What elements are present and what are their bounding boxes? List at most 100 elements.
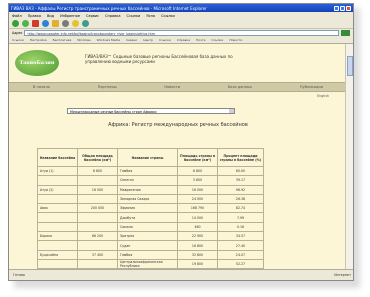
menu-item-tools[interactable]: Сервис: [86, 14, 99, 18]
cell-country-area: 16 000: [177, 184, 218, 195]
nav-item-home[interactable]: В начало: [33, 85, 50, 89]
page-title: Африка: Регистр международных речных бас…: [108, 122, 248, 128]
address-label: Адрес: [12, 31, 23, 35]
table-row: Джибути 14 000 7.99: [37, 212, 264, 223]
cell-basin: [37, 193, 78, 205]
cell-country: Эритрея: [117, 231, 178, 242]
minimize-icon[interactable]: [334, 5, 339, 11]
menu-item-extra[interactable]: Ясно: [146, 14, 155, 18]
cell-percent: 0.16: [217, 221, 264, 233]
cell-country-area: 24 000: [177, 193, 218, 205]
cell-country: Мавритания: [117, 184, 178, 195]
address-bar: Адрес http://www.cawater-info.net/bd/bas…: [9, 29, 353, 37]
table-row: Судан 16 800 27.40: [37, 240, 264, 251]
cell-basin: Буцисойна: [37, 249, 78, 260]
link-item[interactable]: Справка: [177, 38, 190, 42]
close-icon[interactable]: [346, 5, 351, 11]
link-item[interactable]: Windows Media: [97, 38, 120, 42]
table-row: Сенегал 3 800 39.17: [37, 175, 264, 186]
menu-item-view[interactable]: Вид: [47, 14, 54, 18]
table-row: Буцисойна 37 400 Гамбия 32 800 24.07: [37, 249, 264, 260]
site-nav: В начало Партнеры Новости База данных Пу…: [9, 82, 347, 92]
table-header-row: Название бассейна Общая площадь бассейна…: [37, 148, 264, 167]
cell-basin: Авак: [37, 203, 78, 214]
table-row: Атуи (1) 6 800 Гамбия 6 800 60.00: [37, 165, 264, 177]
back-icon[interactable]: [12, 20, 19, 27]
col-header-country-area: Площадь страны в бассейне (км²): [177, 148, 218, 167]
table-row: Барака 66 200 Эритрея 22 900 34.57: [37, 231, 264, 242]
browser-window: ГИВАЗ ВАЗ - Аффалы Регистр трансграничны…: [8, 3, 354, 281]
cell-country-area: 32 800: [177, 249, 218, 260]
site-header: ТахиоБазин ГИВАЗ/ВАЗ™ Седьмые базовые ре…: [9, 44, 347, 82]
table-row: Сомали 460 0.16: [37, 221, 264, 233]
menu-item-edit[interactable]: Правка: [28, 14, 41, 18]
cell-total-area: [77, 212, 118, 223]
nav-item-news[interactable]: Новости: [164, 85, 180, 89]
cell-country: Западная Сахара: [117, 193, 178, 205]
link-item[interactable]: Сервис: [126, 38, 137, 42]
link-item[interactable]: Почта: [196, 38, 205, 42]
link-item[interactable]: Ссылки: [159, 38, 171, 42]
link-item[interactable]: Ссылки: [212, 38, 224, 42]
cell-country: Сомали: [117, 221, 178, 233]
cell-percent: 7.99: [217, 212, 264, 223]
menu-item-links[interactable]: Ссылки: [127, 14, 141, 18]
language-link[interactable]: English: [317, 94, 329, 98]
link-item[interactable]: Настройка: [30, 38, 47, 42]
link-item[interactable]: Бесплатная: [53, 38, 72, 42]
cell-country-area: 6 800: [177, 165, 218, 177]
link-item[interactable]: Ссылки: [12, 38, 24, 42]
basins-table: Название бассейна Общая площадь бассейна…: [37, 148, 264, 270]
nav-item-database[interactable]: База данных: [228, 85, 252, 89]
table-row: Атуи (2) 16 500 Мавритания 16 000 96.92: [37, 184, 264, 195]
menu-item-file[interactable]: Файл: [12, 14, 22, 18]
status-text: Готово: [13, 273, 25, 277]
nav-item-publications[interactable]: Публикации: [300, 85, 323, 89]
menu-item-help[interactable]: Справка: [105, 14, 120, 18]
maximize-icon[interactable]: [340, 5, 345, 11]
cell-percent: 24.07: [217, 249, 264, 260]
nav-item-partners[interactable]: Партнеры: [98, 85, 117, 89]
cell-total-area: [77, 240, 118, 251]
cell-country: Джибути: [117, 212, 178, 223]
cell-country: Сенегал: [117, 175, 178, 186]
forward-icon[interactable]: [22, 20, 29, 27]
sub-bar: English: [9, 92, 347, 99]
cell-basin: Атуи (2): [37, 184, 78, 195]
link-item[interactable]: Новости: [229, 38, 242, 42]
cell-country-area: 16 800: [177, 240, 218, 251]
go-button[interactable]: [341, 30, 350, 36]
history-icon[interactable]: [82, 20, 89, 27]
title-bar[interactable]: ГИВАЗ ВАЗ - Аффалы Регистр трансграничны…: [9, 4, 353, 12]
cell-total-area: 66 200: [77, 231, 118, 242]
menu-item-extra-2[interactable]: Ссылки: [161, 14, 175, 18]
cell-basin: [37, 240, 78, 251]
address-input[interactable]: http://www.cawater-info.net/bd/basins/tr…: [24, 30, 339, 36]
refresh-icon[interactable]: [42, 20, 49, 27]
menu-bar: Файл Правка Вид Избранное Сервис Справка…: [9, 12, 353, 19]
favorites-icon[interactable]: [72, 20, 79, 27]
scrollbar-thumb[interactable]: [347, 56, 353, 76]
cell-basin: Барака: [37, 231, 78, 242]
cell-total-area: [77, 175, 118, 186]
stop-icon[interactable]: [32, 20, 39, 27]
cell-country-area: 460: [177, 221, 218, 233]
vertical-scrollbar[interactable]: [345, 44, 353, 271]
cell-country-area: 22 900: [177, 231, 218, 242]
cell-percent: 52.27: [217, 258, 264, 270]
col-header-country: Название страны: [117, 148, 178, 167]
cell-country: Гамбия: [117, 249, 178, 260]
region-select[interactable]: Международные речные бассейны стран Афри…: [67, 108, 235, 114]
search-icon[interactable]: [62, 20, 69, 27]
cell-total-area: [77, 258, 118, 270]
link-item[interactable]: Windows: [77, 38, 90, 42]
link-item[interactable]: Центр: [143, 38, 153, 42]
cell-total-area: 200 000: [77, 203, 118, 214]
site-logo[interactable]: ТахиоБазин: [15, 50, 59, 76]
cell-country-area: 19 800: [177, 258, 218, 270]
home-icon[interactable]: [52, 20, 59, 27]
col-header-basin: Название бассейна: [37, 148, 78, 167]
cell-country: Центральноафриканская Республика: [117, 258, 178, 270]
org-description: ГИВАЗ/ВАЗ™ Седьмые базовые регионы Бассе…: [85, 54, 233, 64]
menu-item-favorites[interactable]: Избранное: [60, 14, 80, 18]
